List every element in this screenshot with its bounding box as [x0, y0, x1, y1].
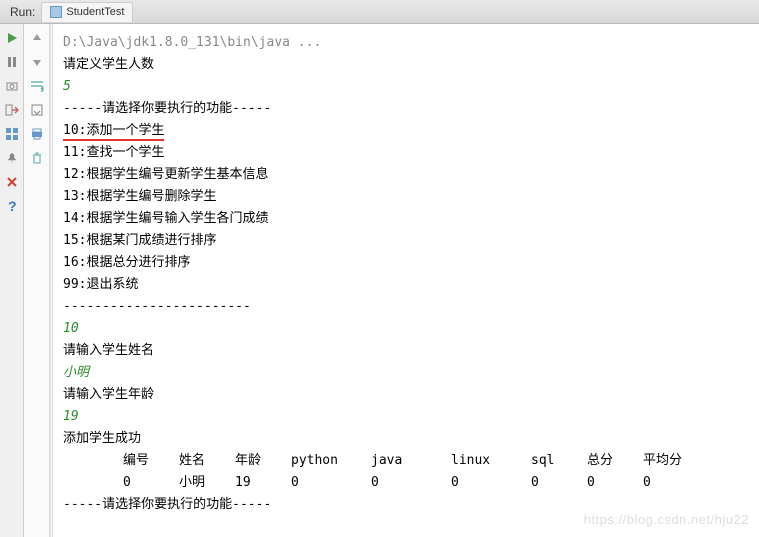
console-output[interactable]: D:\Java\jdk1.8.0_131\bin\java ... 请定义学生人… — [53, 24, 759, 537]
output-line: 16:根据总分进行排序 — [63, 252, 749, 274]
table-cell: 0 — [361, 472, 441, 494]
clear-icon[interactable] — [29, 150, 45, 166]
table-cell: 小明 — [169, 472, 225, 494]
output-line: -----请选择你要执行的功能----- — [63, 98, 749, 120]
table-header: 总分 — [577, 450, 633, 472]
user-input: 5 — [63, 76, 749, 98]
up-arrow-icon[interactable] — [29, 30, 45, 46]
dump-button[interactable] — [4, 78, 20, 94]
table-header: 平均分 — [633, 450, 713, 472]
down-arrow-icon[interactable] — [29, 54, 45, 70]
output-line: 12:根据学生编号更新学生基本信息 — [63, 164, 749, 186]
table-header-row: 编号 姓名 年龄 python java linux sql 总分 平均分 — [63, 450, 749, 472]
output-line: 11:查找一个学生 — [63, 142, 749, 164]
pin-button[interactable] — [4, 150, 20, 166]
table-cell: 0 — [281, 472, 361, 494]
tab-bar: Run: StudentTest — [0, 0, 759, 24]
left-toolbar: ? — [0, 24, 24, 537]
command-line: D:\Java\jdk1.8.0_131\bin\java ... — [63, 32, 749, 54]
table-cell: 0 — [113, 472, 169, 494]
output-line: 14:根据学生编号输入学生各门成绩 — [63, 208, 749, 230]
table-header: 年龄 — [225, 450, 281, 472]
output-line: 请输入学生姓名 — [63, 340, 749, 362]
table-header: 姓名 — [169, 450, 225, 472]
table-header: 编号 — [113, 450, 169, 472]
file-icon — [50, 6, 62, 18]
tab-title: StudentTest — [66, 6, 124, 18]
rerun-button[interactable] — [4, 30, 20, 46]
sub-toolbar — [24, 24, 50, 537]
table-header: linux — [441, 450, 521, 472]
wrap-icon[interactable] — [29, 78, 45, 94]
highlighted-option: 10:添加一个学生 — [63, 123, 164, 141]
help-button[interactable]: ? — [4, 198, 20, 214]
tab-studenttest[interactable]: StudentTest — [41, 2, 133, 22]
pause-button[interactable] — [4, 54, 20, 70]
close-button[interactable] — [4, 174, 20, 190]
table-cell: 0 — [441, 472, 521, 494]
svg-text:?: ? — [8, 199, 17, 213]
output-line: 请输入学生年龄 — [63, 384, 749, 406]
print-icon[interactable] — [29, 126, 45, 142]
scroll-to-end-icon[interactable] — [29, 102, 45, 118]
main-area: ? D:\Java\jdk1.8.0_131\bin\java ... 请定义学… — [0, 24, 759, 537]
output-line: 15:根据某门成绩进行排序 — [63, 230, 749, 252]
output-line: 请定义学生人数 — [63, 54, 749, 76]
user-input: 19 — [63, 406, 749, 428]
table-cell: 0 — [633, 472, 713, 494]
user-input: 10 — [63, 318, 749, 340]
table-cell: 19 — [225, 472, 281, 494]
watermark: https://blog.csdn.net/hju22 — [584, 509, 749, 531]
output-line: 10:添加一个学生 — [63, 120, 749, 142]
table-cell: 0 — [521, 472, 577, 494]
user-input: 小明 — [63, 362, 749, 384]
table-header: python — [281, 450, 361, 472]
table-row: 0 小明 19 0 0 0 0 0 0 — [63, 472, 749, 494]
table-header: java — [361, 450, 441, 472]
exit-button[interactable] — [4, 102, 20, 118]
table-cell: 0 — [577, 472, 633, 494]
output-line: 13:根据学生编号删除学生 — [63, 186, 749, 208]
output-line: 添加学生成功 — [63, 428, 749, 450]
output-line: 99:退出系统 — [63, 274, 749, 296]
layout-button[interactable] — [4, 126, 20, 142]
table-header: sql — [521, 450, 577, 472]
output-line: ------------------------ — [63, 296, 749, 318]
run-label: Run: — [4, 5, 41, 19]
